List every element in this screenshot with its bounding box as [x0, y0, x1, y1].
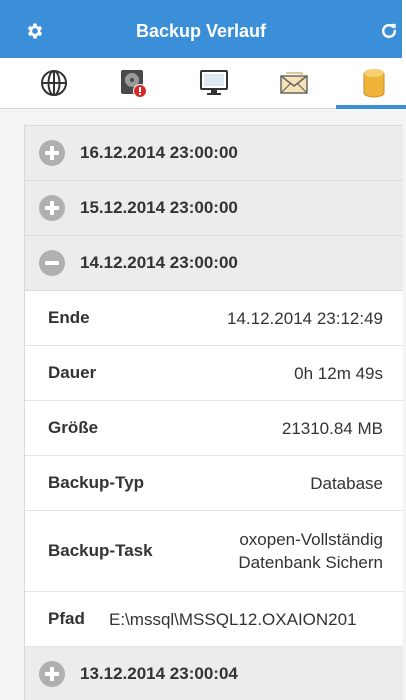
backup-entry-header[interactable]: 15.12.2014 23:00:00	[25, 181, 403, 236]
content-area: 16.12.2014 23:00:00 15.12.2014 23:00:00 …	[0, 109, 406, 700]
monitor-icon	[200, 70, 228, 95]
database-icon	[363, 69, 385, 98]
backup-date: 14.12.2014 23:00:00	[80, 253, 238, 272]
detail-label: Größe	[48, 418, 99, 437]
backup-entry-header[interactable]: 16.12.2014 23:00:00	[25, 126, 403, 181]
tab-database[interactable]	[334, 58, 406, 109]
tab-disk[interactable]	[94, 58, 174, 108]
tab-mail[interactable]	[254, 58, 334, 108]
page-title: Backup Verlauf	[135, 21, 267, 41]
backup-date: 16.12.2014 23:00:00	[80, 143, 238, 162]
expand-plus-icon	[39, 661, 65, 687]
detail-label: Backup-Task	[48, 541, 153, 560]
app: Backup Verlauf 16.12.2014 23:00:00 15.12…	[0, 0, 406, 700]
harddisk-alert-icon	[121, 70, 147, 98]
backup-date: 13.12.2014 23:00:04	[80, 664, 238, 683]
detail-row-ende: Ende 14.12.2014 23:12:49	[25, 291, 403, 346]
tab-monitor[interactable]	[174, 58, 254, 108]
mail-icon	[280, 72, 308, 94]
collapse-minus-icon	[39, 250, 65, 276]
detail-row-groesse: Größe 21310.84 MB	[25, 401, 403, 456]
expand-plus-icon	[39, 195, 65, 221]
globe-icon	[41, 70, 67, 96]
detail-value: 0h 12m 49s	[294, 363, 383, 383]
detail-row-backup-typ: Backup-Typ Database	[25, 456, 403, 511]
detail-label: Pfad	[48, 609, 85, 628]
detail-label: Ende	[48, 308, 90, 327]
backup-entry-header-expanded[interactable]: 14.12.2014 23:00:00	[25, 236, 403, 291]
detail-row-dauer: Dauer 0h 12m 49s	[25, 346, 403, 401]
detail-value: Database	[310, 473, 383, 493]
detail-value: oxopen-Vollständig Datenbank Sichern	[238, 511, 383, 591]
detail-label: Backup-Typ	[48, 473, 145, 492]
refresh-icon	[381, 23, 397, 39]
detail-row-pfad: Pfad E:\mssql\MSSQL12.OXAION201	[25, 592, 403, 647]
tab-bar	[0, 58, 406, 109]
detail-value: 14.12.2014 23:12:49	[227, 308, 383, 328]
refresh-button[interactable]	[376, 18, 402, 44]
expand-plus-icon	[39, 140, 65, 166]
detail-row-backup-task: Backup-Task oxopen-Vollständig Datenbank…	[25, 511, 403, 592]
backup-entry-header[interactable]: 13.12.2014 23:00:04	[25, 647, 403, 700]
backup-date: 15.12.2014 23:00:00	[80, 198, 238, 217]
detail-value-line: oxopen-Vollständig	[239, 530, 383, 549]
detail-value: 21310.84 MB	[281, 418, 383, 438]
backup-list: 16.12.2014 23:00:00 15.12.2014 23:00:00 …	[24, 125, 403, 700]
detail-value-line: Datenbank Sichern	[238, 553, 383, 572]
detail-label: Dauer	[48, 363, 97, 382]
header-bar: Backup Verlauf	[0, 0, 402, 58]
tab-network[interactable]	[14, 58, 94, 108]
detail-value: E:\mssql\MSSQL12.OXAION201	[109, 609, 357, 629]
